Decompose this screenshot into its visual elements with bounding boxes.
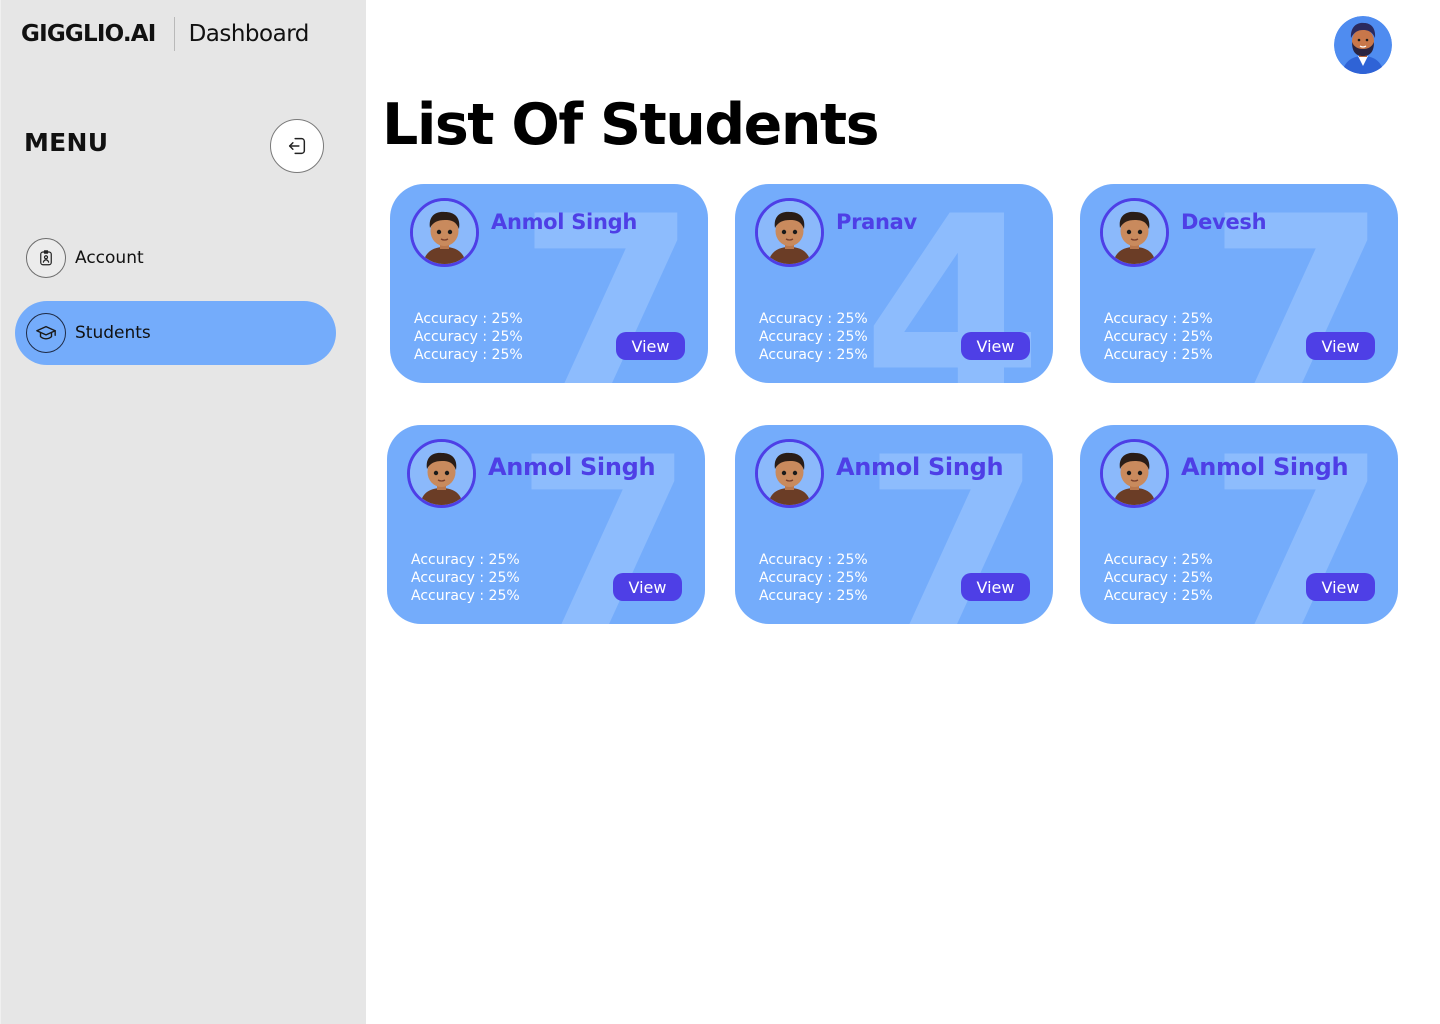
- student-avatar: [755, 439, 824, 508]
- student-card: 7 Anmol Singh Accuracy : 25% Accuracy : …: [1080, 425, 1398, 624]
- student-card: 7 Anmol Singh Accuracy : 25% Accuracy : …: [735, 425, 1053, 624]
- view-student-button[interactable]: View: [1306, 332, 1375, 360]
- view-student-button[interactable]: View: [613, 573, 682, 601]
- student-avatar: [1100, 198, 1169, 267]
- student-name: Anmol Singh: [1181, 453, 1349, 481]
- brand-header: GIGGLIO.AI Dashboard: [21, 16, 309, 52]
- student-stats: Accuracy : 25% Accuracy : 25% Accuracy :…: [759, 310, 868, 364]
- student-name: Anmol Singh: [488, 453, 656, 481]
- student-avatar: [407, 439, 476, 508]
- student-stats: Accuracy : 25% Accuracy : 25% Accuracy :…: [411, 551, 520, 605]
- sidebar-item-label: Students: [75, 323, 151, 343]
- student-name: Pranav: [836, 210, 917, 234]
- accuracy-stat: Accuracy : 25%: [1104, 329, 1213, 345]
- student-avatar: [755, 198, 824, 267]
- accuracy-stat: Accuracy : 25%: [759, 329, 868, 345]
- accuracy-stat: Accuracy : 25%: [414, 347, 523, 363]
- sidebar-item-account[interactable]: Account: [15, 226, 336, 290]
- accuracy-stat: Accuracy : 25%: [1104, 570, 1213, 586]
- student-stats: Accuracy : 25% Accuracy : 25% Accuracy :…: [1104, 551, 1213, 605]
- view-student-button[interactable]: View: [961, 573, 1030, 601]
- student-card: 7 Anmol Singh Accuracy : 25% Accuracy : …: [387, 425, 705, 624]
- page-title: List Of Students: [382, 92, 880, 158]
- student-card: 7 Anmol Singh Accuracy : 25% Accuracy : …: [390, 184, 708, 383]
- graduation-cap-icon: [26, 313, 66, 353]
- student-avatar: [410, 198, 479, 267]
- accuracy-stat: Accuracy : 25%: [1104, 347, 1213, 363]
- accuracy-stat: Accuracy : 25%: [759, 347, 868, 363]
- accuracy-stat: Accuracy : 25%: [759, 311, 868, 327]
- student-stats: Accuracy : 25% Accuracy : 25% Accuracy :…: [1104, 310, 1213, 364]
- accuracy-stat: Accuracy : 25%: [759, 552, 868, 568]
- accuracy-stat: Accuracy : 25%: [1104, 588, 1213, 604]
- sidebar: GIGGLIO.AI Dashboard MENU Account Studen…: [0, 0, 366, 1024]
- collapse-sidebar-button[interactable]: [270, 119, 324, 173]
- student-name: Anmol Singh: [836, 453, 1004, 481]
- brand-divider: [173, 17, 175, 51]
- accuracy-stat: Accuracy : 25%: [411, 570, 520, 586]
- view-student-button[interactable]: View: [961, 332, 1030, 360]
- view-student-button[interactable]: View: [616, 332, 685, 360]
- student-name: Anmol Singh: [491, 210, 637, 234]
- view-student-button[interactable]: View: [1306, 573, 1375, 601]
- exit-arrow-icon: [288, 137, 306, 155]
- brand-logo[interactable]: GIGGLIO.AI: [21, 21, 156, 47]
- student-card: 4 Pranav Accuracy : 25% Accuracy : 25% A…: [735, 184, 1053, 383]
- accuracy-stat: Accuracy : 25%: [759, 570, 868, 586]
- accuracy-stat: Accuracy : 25%: [411, 588, 520, 604]
- accuracy-stat: Accuracy : 25%: [414, 311, 523, 327]
- accuracy-stat: Accuracy : 25%: [414, 329, 523, 345]
- user-avatar[interactable]: [1334, 16, 1392, 74]
- student-stats: Accuracy : 25% Accuracy : 25% Accuracy :…: [759, 551, 868, 605]
- accuracy-stat: Accuracy : 25%: [759, 588, 868, 604]
- student-avatar: [1100, 439, 1169, 508]
- menu-title: MENU: [24, 128, 109, 157]
- student-card: 7 Devesh Accuracy : 25% Accuracy : 25% A…: [1080, 184, 1398, 383]
- accuracy-stat: Accuracy : 25%: [411, 552, 520, 568]
- student-name: Devesh: [1181, 210, 1267, 234]
- accuracy-stat: Accuracy : 25%: [1104, 311, 1213, 327]
- section-title: Dashboard: [188, 21, 310, 47]
- sidebar-item-label: Account: [75, 248, 144, 268]
- accuracy-stat: Accuracy : 25%: [1104, 552, 1213, 568]
- sidebar-item-students[interactable]: Students: [15, 301, 336, 365]
- id-badge-icon: [26, 238, 66, 278]
- student-stats: Accuracy : 25% Accuracy : 25% Accuracy :…: [414, 310, 523, 364]
